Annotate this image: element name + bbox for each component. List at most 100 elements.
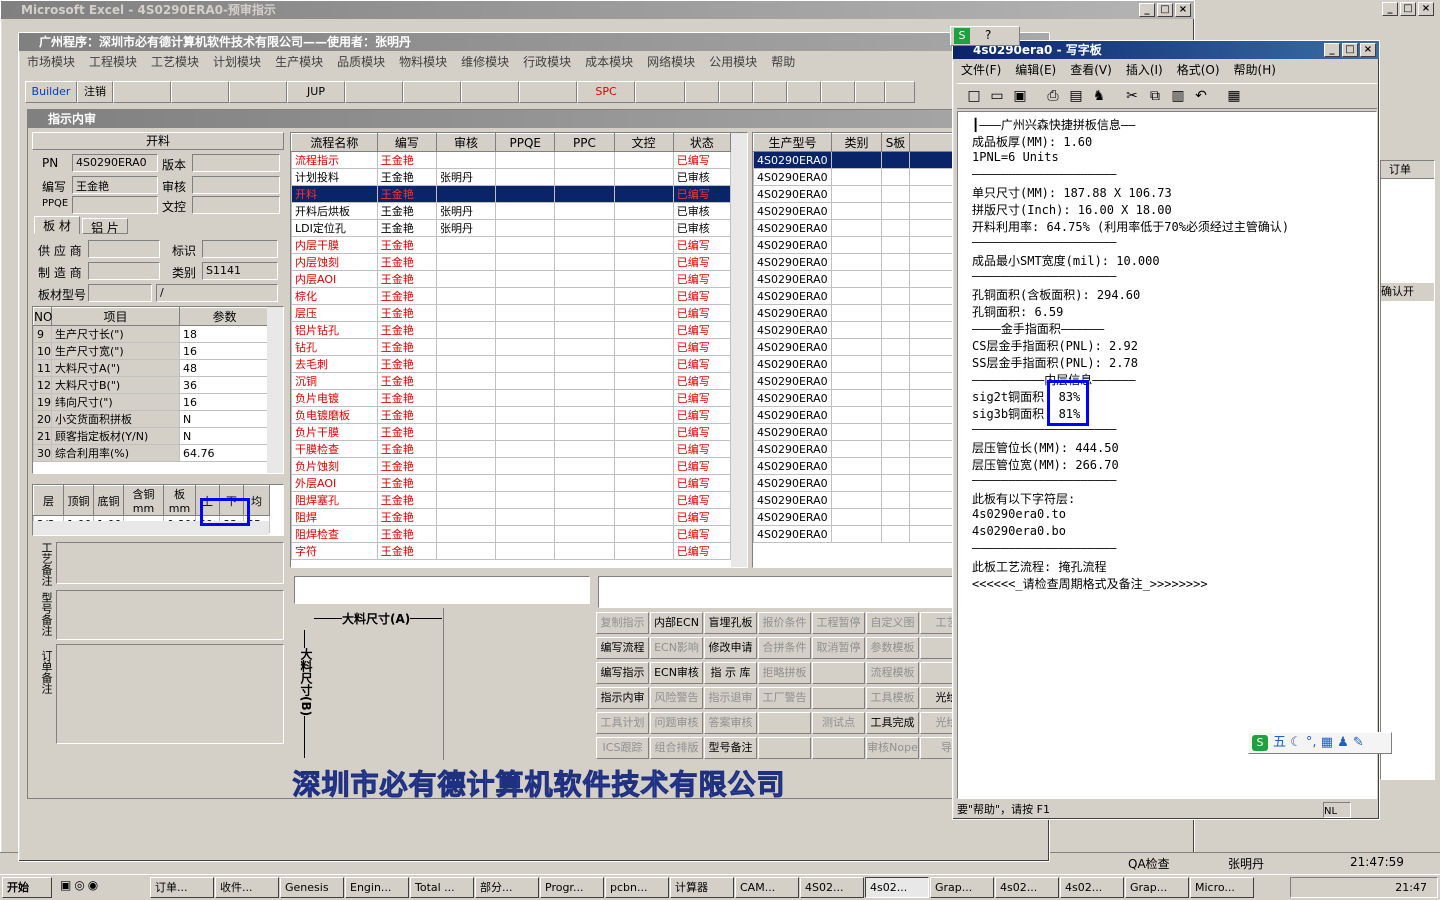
table-cell[interactable] [881,491,910,509]
table-cell[interactable]: 王金艳 [376,202,437,220]
table-cell[interactable] [554,406,615,424]
table-cell[interactable] [613,525,674,543]
flow-combo[interactable] [294,576,590,604]
model-field[interactable] [88,284,152,302]
table-cell[interactable]: 已编写 [672,355,732,373]
menu-item[interactable]: 工艺模块 [151,55,199,69]
function-button[interactable]: 工具完成 [866,712,919,734]
process-note-field[interactable] [56,542,284,584]
function-button[interactable] [812,687,865,709]
taskbar-button[interactable]: 4s02... [1060,877,1124,898]
table-cell[interactable]: 内层蚀刻 [291,253,378,271]
taskbar-button[interactable]: Genesis [280,877,344,898]
column-header[interactable]: 编写 [376,133,437,152]
function-button[interactable]: 测试点 [812,712,865,734]
menu-item[interactable]: 帮助(H) [1234,63,1276,77]
table-cell[interactable] [831,491,882,509]
column-header[interactable]: PPQE [495,133,556,152]
table-cell[interactable]: 阻焊塞孔 [291,491,378,509]
table-cell[interactable]: 4S0290ERA0 [753,236,832,254]
table-cell[interactable] [554,321,615,339]
table-cell[interactable] [554,202,615,220]
table-cell[interactable]: 9 [33,325,52,343]
table-cell[interactable] [435,253,497,271]
flow-row[interactable]: 干膜检查 王金艳 已编写 [291,440,732,458]
menu-item[interactable]: 行政模块 [523,55,571,69]
table-cell[interactable]: 开料 [291,185,378,203]
table-cell[interactable]: 负片蚀刻 [291,457,378,475]
table-cell[interactable]: 王金艳 [376,542,437,560]
toolbar-button[interactable] [113,81,171,103]
table-cell[interactable] [554,253,615,271]
function-button[interactable]: 取消暂停 [812,637,865,659]
table-cell[interactable] [613,304,674,322]
close-button[interactable]: × [1360,43,1376,57]
column-header[interactable]: 审核 [435,133,497,152]
column-header[interactable]: 状态 [672,133,732,152]
table-cell[interactable] [831,321,882,339]
toolbar-button[interactable] [885,81,915,103]
table-cell[interactable] [613,474,674,492]
menu-item[interactable]: 市场模块 [27,55,75,69]
table-cell[interactable] [435,185,497,203]
table-cell[interactable]: 王金艳 [376,474,437,492]
quick-launch[interactable]: ▣◎◉ [60,878,140,896]
taskbar-button[interactable]: 部分... [475,877,539,898]
table-cell[interactable] [435,491,497,509]
taskbar-button[interactable]: Total ... [410,877,474,898]
table-cell[interactable] [435,406,497,424]
table-cell[interactable]: 已编写 [672,474,732,492]
table-cell[interactable] [495,389,556,407]
table-cell[interactable] [495,202,556,220]
copy-icon[interactable]: ⧉ [1144,86,1166,106]
table-row[interactable]: 11 大料尺寸A(") 48 [33,359,270,377]
flow-row[interactable]: 内层AOI 王金艳 已编写 [291,270,732,288]
table-cell[interactable] [881,168,910,186]
table-cell[interactable]: 已编写 [672,253,732,271]
flow-row[interactable]: 沉铜 王金艳 已编写 [291,372,732,390]
help-icon[interactable]: ? [985,28,991,42]
table-cell[interactable] [554,542,615,560]
table-cell[interactable]: 张明丹 [435,219,497,237]
table-cell[interactable] [435,236,497,254]
menu-item[interactable]: 品质模块 [337,55,385,69]
table-cell[interactable]: 流程指示 [291,151,378,169]
table-cell[interactable]: 王金艳 [376,338,437,356]
table-cell[interactable]: 4S0290ERA0 [753,355,832,373]
wordpad-document[interactable]: ┃———广州兴森快捷拼板信息—— 成品板厚(MM): 1.60 1PNL=6 Uni… [957,111,1377,799]
menu-item[interactable]: 工程模块 [89,55,137,69]
close-button[interactable]: × [1418,2,1434,16]
function-button[interactable]: 合拼条件 [758,637,811,659]
table-cell[interactable] [554,457,615,475]
function-button[interactable]: 编写流程 [596,637,649,659]
table-cell[interactable]: 4S0290ERA0 [753,389,832,407]
table-cell[interactable]: 20 [33,410,52,428]
table-cell[interactable] [613,355,674,373]
function-button[interactable]: 编写指示 [596,662,649,684]
toolbar-button[interactable] [685,81,719,103]
table-cell[interactable]: 4S0290ERA0 [753,423,832,441]
taskbar-button[interactable]: 订单... [150,877,214,898]
menu-item[interactable]: 维修模块 [461,55,509,69]
table-cell[interactable] [435,423,497,441]
table-cell[interactable] [881,525,910,543]
table-cell[interactable]: 去毛刺 [291,355,378,373]
table-cell[interactable] [495,219,556,237]
flow-row[interactable]: 流程指示 王金艳 已编写 [291,151,732,169]
flow-row[interactable]: 内层蚀刻 王金艳 已编写 [291,253,732,271]
table-cell[interactable] [495,287,556,305]
table-cell[interactable]: 4S0290ERA0 [753,202,832,220]
table-cell[interactable] [881,474,910,492]
table-cell[interactable]: 层压 [291,304,378,322]
order-note-field[interactable] [56,644,284,744]
flow-row[interactable]: 去毛刺 王金艳 已编写 [291,355,732,373]
type-field[interactable]: S1141 [202,262,278,280]
cut-icon[interactable]: ✂ [1121,86,1143,106]
table-cell[interactable] [495,304,556,322]
table-cell[interactable]: 开料后烘板 [291,202,378,220]
function-button[interactable]: 拒略拼板 [758,662,811,684]
table-cell[interactable]: 4S0290ERA0 [753,440,832,458]
preview-icon[interactable]: ▤ [1065,86,1087,106]
table-cell[interactable]: 已编写 [672,457,732,475]
function-button[interactable]: 指 示 库 [704,662,757,684]
